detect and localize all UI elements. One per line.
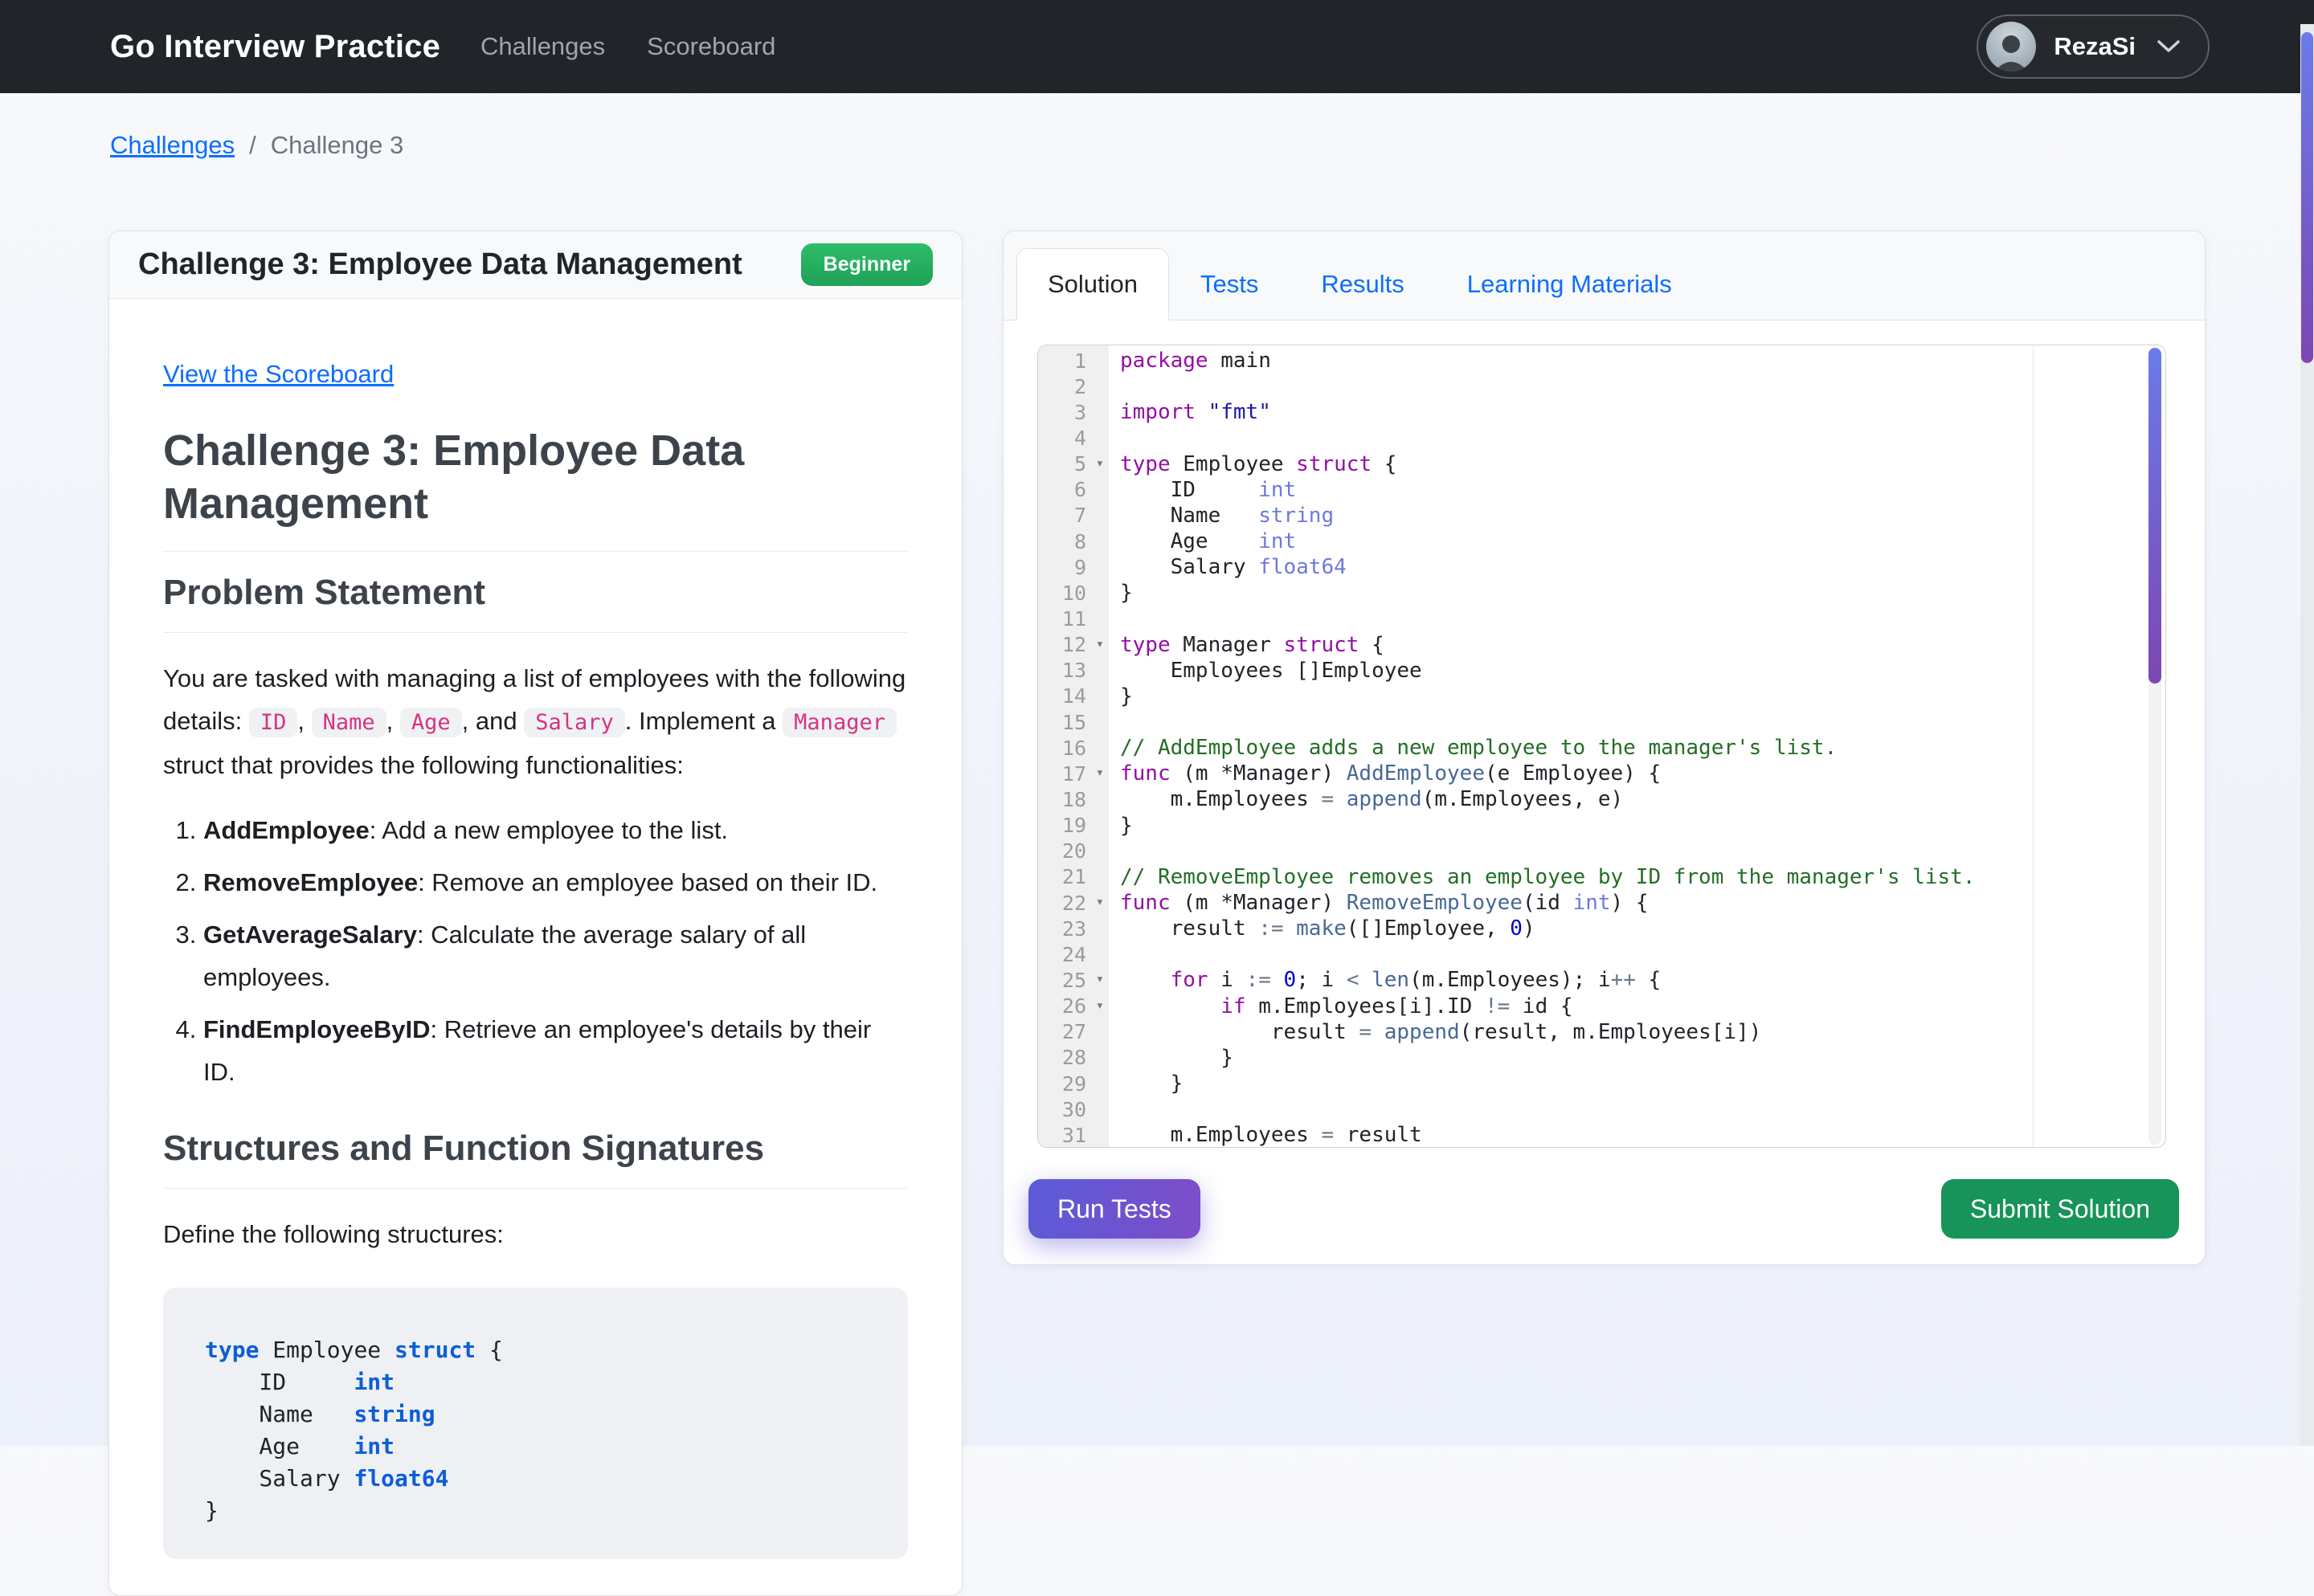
avatar xyxy=(1986,22,2036,71)
editor-line: 6 ID int xyxy=(1038,477,2165,503)
fold-toggle-icon[interactable]: ▾ xyxy=(1096,894,1104,910)
editor-line: 1package main xyxy=(1038,348,2165,373)
editor-line: 25▾ for i := 0; i < len(m.Employees); i+… xyxy=(1038,967,2165,993)
list-item: AddEmployee: Add a new employee to the l… xyxy=(203,809,908,851)
person-silhouette-icon xyxy=(1986,31,2036,71)
editor-line: 29 } xyxy=(1038,1071,2165,1096)
submit-solution-button[interactable]: Submit Solution xyxy=(1941,1179,2179,1239)
editor-line: 15 xyxy=(1038,709,2165,735)
list-item: GetAverageSalary: Calculate the average … xyxy=(203,913,908,998)
main-nav: Challenges Scoreboard xyxy=(480,32,1977,61)
editor-line: 2 xyxy=(1038,373,2165,399)
editor-line: 14} xyxy=(1038,684,2165,709)
editor-scrollbar-thumb[interactable] xyxy=(2148,348,2161,684)
code-editor[interactable]: 1package main23import "fmt"45▾type Emplo… xyxy=(1037,345,2166,1148)
editor-line: 9 Salary float64 xyxy=(1038,554,2165,580)
struct-code-block: type Employee struct { ID int Name strin… xyxy=(163,1288,908,1559)
inline-code-chip: Salary xyxy=(524,708,625,737)
breadcrumb-separator: / xyxy=(249,131,256,160)
fold-toggle-icon[interactable]: ▾ xyxy=(1096,455,1104,471)
tab-solution[interactable]: Solution xyxy=(1016,248,1169,320)
editor-line: 4 xyxy=(1038,425,2165,451)
divider xyxy=(163,551,908,552)
solution-card: SolutionTestsResultsLearning Materials 1… xyxy=(1003,231,2206,1265)
editor-line: 11 xyxy=(1038,606,2165,631)
fold-toggle-icon[interactable]: ▾ xyxy=(1096,636,1104,652)
editor-line: 19} xyxy=(1038,813,2165,839)
challenge-card: Challenge 3: Employee Data Management Be… xyxy=(108,231,963,1596)
user-menu[interactable]: RezaSi xyxy=(1977,14,2210,79)
top-navbar: Go Interview Practice Challenges Scorebo… xyxy=(0,0,2314,93)
editor-line: 23 result := make([]Employee, 0) xyxy=(1038,916,2165,941)
fold-toggle-icon[interactable]: ▾ xyxy=(1096,998,1104,1014)
inline-code-chip: Age xyxy=(400,708,462,737)
challenge-card-title: Challenge 3: Employee Data Management xyxy=(138,247,742,282)
editor-lines: 1package main23import "fmt"45▾type Emplo… xyxy=(1038,348,2165,1148)
solution-tabs: SolutionTestsResultsLearning Materials xyxy=(1004,231,2205,320)
editor-line: 22▾func (m *Manager) RemoveEmployee(id i… xyxy=(1038,890,2165,916)
problem-statement-heading: Problem Statement xyxy=(163,573,908,613)
editor-line: 27 result = append(result, m.Employees[i… xyxy=(1038,1019,2165,1045)
editor-line: 5▾type Employee struct { xyxy=(1038,451,2165,477)
editor-line: 30 xyxy=(1038,1096,2165,1122)
editor-line: 28 } xyxy=(1038,1045,2165,1071)
editor-line: 17▾func (m *Manager) AddEmployee(e Emplo… xyxy=(1038,761,2165,786)
view-scoreboard-link[interactable]: View the Scoreboard xyxy=(163,360,394,389)
nav-link-challenges[interactable]: Challenges xyxy=(480,32,605,61)
inline-code-chip: Manager xyxy=(783,708,897,737)
fold-toggle-icon[interactable]: ▾ xyxy=(1096,765,1104,782)
editor-line: 3import "fmt" xyxy=(1038,399,2165,425)
divider xyxy=(163,1188,908,1189)
page-scrollbar-thumb[interactable] xyxy=(2301,32,2313,363)
breadcrumb-challenges-link[interactable]: Challenges xyxy=(110,131,235,160)
editor-line: 20 xyxy=(1038,839,2165,864)
list-item: FindEmployeeByID: Retrieve an employee's… xyxy=(203,1008,908,1093)
editor-line: 18 m.Employees = append(m.Employees, e) xyxy=(1038,786,2165,812)
breadcrumb: Challenges / Challenge 3 xyxy=(110,131,403,160)
editor-line: 13 Employees []Employee xyxy=(1038,658,2165,684)
difficulty-badge: Beginner xyxy=(801,243,933,286)
editor-line: 10} xyxy=(1038,580,2165,606)
problem-intro: You are tasked with managing a list of e… xyxy=(163,657,908,786)
tab-tests[interactable]: Tests xyxy=(1169,248,1290,320)
list-item: RemoveEmployee: Remove an employee based… xyxy=(203,861,908,904)
tab-results[interactable]: Results xyxy=(1290,248,1435,320)
tab-learning-materials[interactable]: Learning Materials xyxy=(1436,248,1703,320)
editor-line: 21// RemoveEmployee removes an employee … xyxy=(1038,864,2165,890)
editor-line: 7 Name string xyxy=(1038,503,2165,529)
user-name: RezaSi xyxy=(2054,32,2136,61)
editor-line: 26▾ if m.Employees[i].ID != id { xyxy=(1038,994,2165,1019)
breadcrumb-current: Challenge 3 xyxy=(271,131,403,160)
fold-toggle-icon[interactable]: ▾ xyxy=(1096,972,1104,988)
functionality-list: AddEmployee: Add a new employee to the l… xyxy=(163,809,908,1093)
editor-line: 31 m.Employees = result xyxy=(1038,1122,2165,1148)
editor-line: 8 Age int xyxy=(1038,529,2165,554)
editor-line: 12▾type Manager struct { xyxy=(1038,632,2165,658)
nav-link-scoreboard[interactable]: Scoreboard xyxy=(647,32,775,61)
inline-code-chip: Name xyxy=(312,708,386,737)
divider xyxy=(163,632,908,633)
challenge-card-body: View the Scoreboard Challenge 3: Employe… xyxy=(109,299,962,1559)
editor-line: 16// AddEmployee adds a new employee to … xyxy=(1038,735,2165,761)
challenge-card-header: Challenge 3: Employee Data Management Be… xyxy=(109,231,962,299)
challenge-title: Challenge 3: Employee Data Management xyxy=(163,424,908,530)
app-brand[interactable]: Go Interview Practice xyxy=(110,29,440,65)
run-tests-button[interactable]: Run Tests xyxy=(1028,1179,1200,1239)
editor-line: 24 xyxy=(1038,941,2165,967)
chevron-down-icon xyxy=(2157,39,2181,54)
page-scrollbar-track[interactable] xyxy=(2300,24,2314,1446)
define-structures-text: Define the following structures: xyxy=(163,1213,908,1255)
inline-code-chip: ID xyxy=(249,708,298,737)
structures-heading: Structures and Function Signatures xyxy=(163,1129,908,1169)
